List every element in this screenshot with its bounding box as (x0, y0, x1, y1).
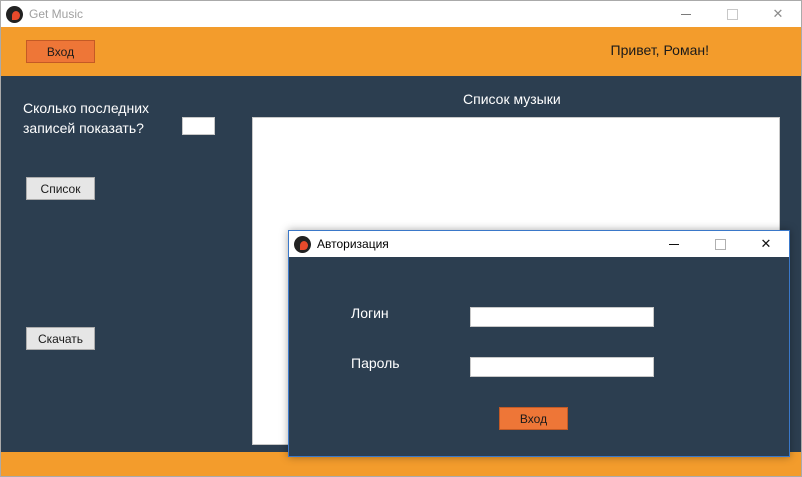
dialog-submit-button[interactable]: Вход (499, 407, 568, 430)
dialog-titlebar: Авторизация ✕ (289, 231, 789, 257)
download-button[interactable]: Скачать (26, 327, 95, 350)
records-count-label: Сколько последних записей показать? (23, 98, 149, 138)
login-input[interactable] (470, 307, 654, 327)
music-list-title: Список музыки (463, 91, 561, 107)
dialog-logo-icon (294, 235, 311, 253)
dialog-maximize-button[interactable] (697, 231, 743, 257)
app-logo-icon (6, 5, 23, 23)
login-label: Логин (351, 305, 389, 321)
login-button[interactable]: Вход (26, 40, 95, 63)
dialog-window-controls: ✕ (651, 231, 789, 257)
dialog-minimize-button[interactable] (651, 231, 697, 257)
records-label-line1: Сколько последних (23, 100, 150, 116)
greeting-text: Привет, Роман! (610, 42, 709, 58)
window-controls: ✕ (663, 1, 801, 27)
records-count-input[interactable] (182, 117, 215, 135)
maximize-button[interactable] (709, 1, 755, 27)
main-titlebar: Get Music ✕ (1, 1, 801, 27)
close-button[interactable]: ✕ (755, 1, 801, 27)
window-title: Get Music (29, 7, 84, 21)
list-button[interactable]: Список (26, 177, 95, 200)
password-input[interactable] (470, 357, 654, 377)
minimize-button[interactable] (663, 1, 709, 27)
dialog-close-button[interactable]: ✕ (743, 231, 789, 257)
auth-dialog: Авторизация ✕ Логин Пароль Вход (288, 230, 790, 457)
password-label: Пароль (351, 355, 400, 371)
records-label-line2: записей показать? (23, 120, 144, 136)
header-bar: Вход Привет, Роман! (1, 27, 801, 76)
dialog-title: Авторизация (317, 237, 389, 251)
